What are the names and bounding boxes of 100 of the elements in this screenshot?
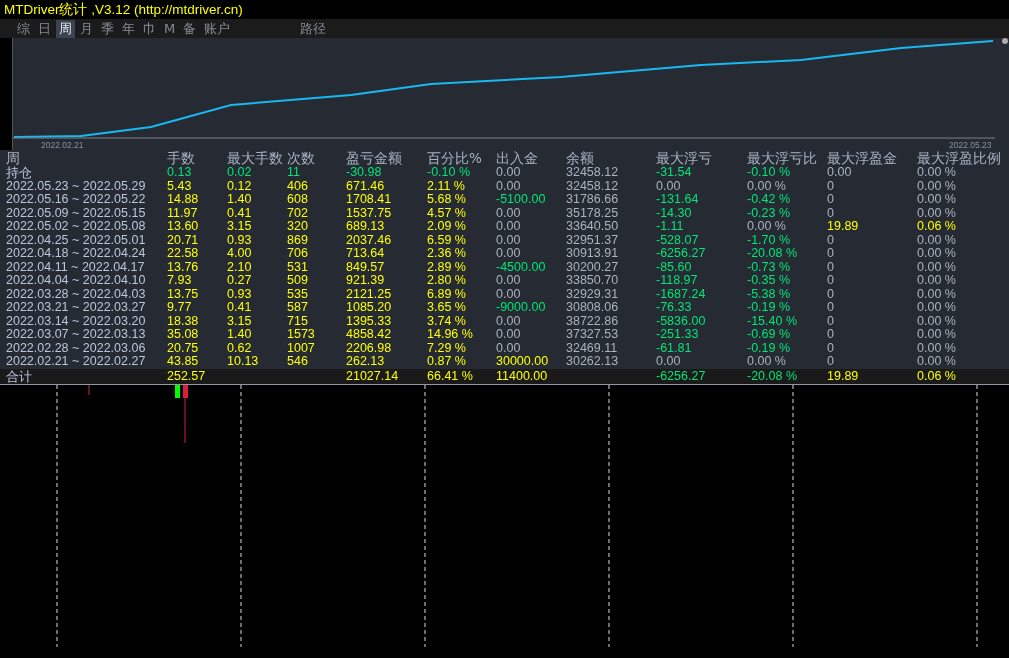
period-tab[interactable]: 年 bbox=[119, 19, 138, 38]
table-cell: 0 bbox=[827, 179, 834, 193]
table-cell: 38722.86 bbox=[566, 314, 619, 328]
table-cell: 406 bbox=[287, 179, 308, 193]
period-tab[interactable]: 备 bbox=[180, 19, 200, 38]
table-cell: 0 bbox=[827, 233, 834, 247]
axis-label: 2022.05.23 bbox=[949, 140, 992, 150]
table-cell: 2121.25 bbox=[346, 287, 392, 301]
table-cell: 20.75 bbox=[167, 341, 199, 355]
table-cell: 3.65 % bbox=[427, 301, 466, 315]
table-cell: 0.62 bbox=[227, 341, 252, 355]
table-cell: -1.11 bbox=[656, 220, 684, 234]
table-cell: 1.40 bbox=[227, 328, 252, 342]
table-cell: 0.00 % bbox=[917, 206, 956, 220]
table-cell: 849.57 bbox=[346, 260, 385, 274]
table-cell: -6256.27 bbox=[656, 247, 706, 261]
period-tab[interactable]: 月 bbox=[77, 19, 96, 38]
table-cell: 252.57 bbox=[167, 369, 206, 383]
table-cell: 0 bbox=[827, 341, 834, 355]
table-cell: 9.77 bbox=[167, 301, 192, 315]
table-cell: 2.09 % bbox=[427, 220, 466, 234]
table-cell: 32458.12 bbox=[566, 179, 619, 193]
period-tab[interactable]: 综 bbox=[14, 19, 33, 38]
table-cell: 18.38 bbox=[167, 314, 199, 328]
row-label: 2022.04.04 ~ 2022.04.10 bbox=[6, 274, 146, 288]
table-cell: -1687.24 bbox=[656, 287, 706, 301]
column-header: 最大浮亏比 bbox=[747, 150, 817, 166]
table-cell: 14.96 % bbox=[427, 328, 473, 342]
table-cell: 0 bbox=[827, 260, 834, 274]
column-header: 盈亏金额 bbox=[346, 150, 402, 166]
period-tab[interactable]: 账户 bbox=[201, 19, 234, 38]
table-cell: 22.58 bbox=[167, 247, 199, 261]
table-cell: 0.00 bbox=[496, 166, 521, 180]
column-header: 次数 bbox=[287, 150, 315, 166]
table-cell: 0 bbox=[827, 206, 834, 220]
table-cell: 0.00 % bbox=[917, 179, 956, 193]
table-cell: 30200.27 bbox=[566, 260, 619, 274]
table-cell: 35.08 bbox=[167, 328, 199, 342]
column-header: 周 bbox=[6, 150, 20, 166]
row-label: 2022.04.18 ~ 2022.04.24 bbox=[6, 247, 146, 261]
table-cell: 1708.41 bbox=[346, 193, 392, 207]
table-cell: 1395.33 bbox=[346, 314, 392, 328]
table-cell: -4500.00 bbox=[496, 260, 546, 274]
column-header: 最大浮盈金 bbox=[827, 150, 897, 166]
table-cell: 869 bbox=[287, 233, 308, 247]
table-cell: 0.00 % bbox=[917, 166, 956, 180]
table-cell: -0.19 % bbox=[747, 341, 791, 355]
table-cell: -5836.00 bbox=[656, 314, 706, 328]
table-cell: 30808.06 bbox=[566, 301, 619, 315]
scroll-marker-icon[interactable] bbox=[1002, 38, 1008, 44]
table-cell: 0.00 bbox=[496, 179, 521, 193]
table-cell: 0.00 % bbox=[917, 314, 956, 328]
table-cell: 0.06 % bbox=[917, 220, 956, 234]
column-header: 出入金 bbox=[496, 150, 538, 166]
period-tab[interactable]: 路径 bbox=[297, 19, 330, 38]
table-cell: 587 bbox=[287, 301, 308, 315]
table-cell: 2.36 % bbox=[427, 247, 466, 261]
table-cell: 0 bbox=[827, 287, 834, 301]
table-cell: 0 bbox=[827, 328, 834, 342]
table-cell: -0.10 % bbox=[427, 166, 471, 180]
table-cell: 2.10 bbox=[227, 260, 252, 274]
row-label: 2022.02.28 ~ 2022.03.06 bbox=[6, 341, 146, 355]
table-cell: 0.27 bbox=[227, 274, 252, 288]
table-cell: -0.10 % bbox=[747, 166, 791, 180]
table-cell: 0.00 bbox=[496, 233, 521, 247]
table-cell: 0.93 bbox=[227, 233, 252, 247]
table-cell: -61.81 bbox=[656, 341, 692, 355]
table-cell: 11400.00 bbox=[496, 369, 548, 383]
period-tab[interactable]: 日 bbox=[35, 19, 54, 38]
table-cell: 32929.31 bbox=[566, 287, 619, 301]
period-tab[interactable]: 巾 bbox=[140, 19, 159, 38]
table-cell: 32458.12 bbox=[566, 166, 619, 180]
table-cell: 0.00 % bbox=[917, 287, 956, 301]
table-cell: 32469.11 bbox=[566, 341, 618, 355]
row-label: 2022.02.21 ~ 2022.02.27 bbox=[6, 355, 146, 369]
row-label: 2022.04.25 ~ 2022.05.01 bbox=[6, 233, 146, 247]
table-cell: 2.11 % bbox=[427, 179, 465, 193]
column-header: 百分比% bbox=[427, 150, 482, 166]
table-cell: -0.69 % bbox=[747, 328, 791, 342]
period-tab[interactable]: M bbox=[161, 19, 179, 38]
table-cell: -1.70 % bbox=[747, 233, 791, 247]
table-cell: 13.76 bbox=[167, 260, 199, 274]
table-cell: 2206.98 bbox=[346, 341, 392, 355]
table-cell: 0.00 bbox=[496, 314, 521, 328]
table-cell: 66.41 % bbox=[427, 369, 473, 383]
table-cell: 0.00 bbox=[496, 274, 521, 288]
row-label: 2022.03.07 ~ 2022.03.13 bbox=[6, 328, 146, 342]
table-cell: 33640.50 bbox=[566, 220, 619, 234]
table-cell: 0 bbox=[827, 314, 834, 328]
table-cell: 31786.66 bbox=[566, 193, 619, 207]
table-cell: 0.00 bbox=[827, 166, 852, 180]
table-cell: 0.00 % bbox=[747, 220, 786, 234]
table-cell: 0.00 % bbox=[917, 260, 956, 274]
table-cell: 3.15 bbox=[227, 314, 252, 328]
period-tab[interactable]: 季 bbox=[98, 19, 117, 38]
table-cell: 535 bbox=[287, 287, 308, 301]
table-cell: -20.08 % bbox=[747, 369, 798, 383]
table-cell: 546 bbox=[287, 355, 308, 369]
table-cell: -31.54 bbox=[656, 166, 692, 180]
period-tab[interactable]: 周 bbox=[56, 19, 75, 38]
